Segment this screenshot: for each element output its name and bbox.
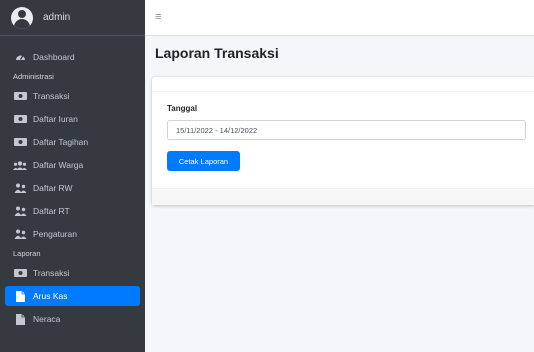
card-header xyxy=(152,77,534,92)
sidebar-item-label: Dashboard xyxy=(33,52,75,62)
sidebar-item-transaksi[interactable]: Transaksi xyxy=(5,86,140,106)
sidebar: admin Dashboard Administrasi Transaksi D… xyxy=(0,0,145,352)
date-range-label: Tanggal xyxy=(167,104,198,113)
sidebar-item-label: Arus Kas xyxy=(33,291,68,301)
page-title: Laporan Transaksi xyxy=(155,45,279,61)
sidebar-item-label: Daftar RW xyxy=(33,183,73,193)
sidebar-item-label: Daftar Warga xyxy=(33,160,84,170)
file-icon xyxy=(13,290,27,302)
sidebar-item-label: Daftar Tagihan xyxy=(33,137,89,147)
sidebar-item-daftar-warga[interactable]: Daftar Warga xyxy=(5,155,140,175)
username: admin xyxy=(43,12,71,23)
sidebar-item-arus-kas[interactable]: Arus Kas xyxy=(5,286,140,306)
sidebar-item-daftar-iuran[interactable]: Daftar Iuran xyxy=(5,109,140,129)
card-footer xyxy=(152,188,534,205)
sidebar-item-label: Daftar RT xyxy=(33,206,70,216)
people-group-icon xyxy=(13,183,27,193)
file-icon xyxy=(13,313,27,325)
sidebar-item-dashboard[interactable]: Dashboard xyxy=(5,47,140,67)
sidebar-item-neraca[interactable]: Neraca xyxy=(5,309,140,329)
sidebar-item-label: Transaksi xyxy=(33,268,70,278)
nav-section-laporan: Laporan xyxy=(13,248,41,258)
report-form-card: Tanggal Cetak Laporan xyxy=(152,77,534,205)
sidebar-item-daftar-rt[interactable]: Daftar RT xyxy=(5,201,140,221)
user-panel[interactable]: admin xyxy=(0,0,145,36)
sidebar-item-label: Neraca xyxy=(33,314,61,324)
date-range-input[interactable] xyxy=(167,120,526,140)
sidebar-item-daftar-tagihan[interactable]: Daftar Tagihan xyxy=(5,132,140,152)
sidebar-item-label: Daftar Iuran xyxy=(33,114,78,124)
menu-toggle-icon[interactable]: ≡ xyxy=(155,12,161,23)
money-bill-icon xyxy=(13,269,27,277)
sidebar-nav: Dashboard Administrasi Transaksi Daftar … xyxy=(0,47,145,329)
sidebar-item-label: Transaksi xyxy=(33,91,70,101)
people-group-icon xyxy=(13,229,27,239)
avatar-icon xyxy=(11,6,33,29)
tachometer-icon xyxy=(13,52,27,62)
money-bill-icon xyxy=(13,92,27,100)
people-group-icon xyxy=(13,206,27,216)
money-bill-icon xyxy=(13,115,27,123)
users-icon xyxy=(13,160,27,170)
print-report-button[interactable]: Cetak Laporan xyxy=(167,151,240,171)
sidebar-item-laporan-transaksi[interactable]: Transaksi xyxy=(5,263,140,283)
money-bill-icon xyxy=(13,138,27,146)
nav-section-administrasi: Administrasi xyxy=(13,71,54,81)
sidebar-item-pengaturan[interactable]: Pengaturan xyxy=(5,224,140,244)
sidebar-item-label: Pengaturan xyxy=(33,229,77,239)
sidebar-item-daftar-rw[interactable]: Daftar RW xyxy=(5,178,140,198)
top-navbar: ≡ xyxy=(145,0,534,36)
